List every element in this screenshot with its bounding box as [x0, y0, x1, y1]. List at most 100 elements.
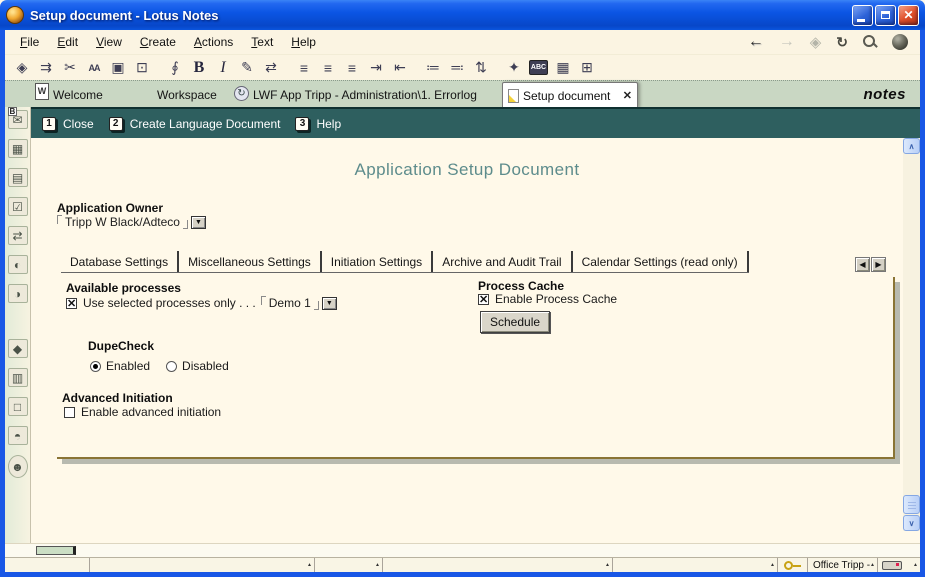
create-language-document-button[interactable]: 2 Create Language Document	[109, 117, 281, 131]
tab-scroll-right-icon[interactable]: ▶	[871, 257, 886, 272]
bullet-list-icon[interactable]: ≔	[421, 57, 445, 79]
screen-capture-icon[interactable]: ▦	[551, 57, 575, 79]
refresh-icon[interactable]: ↻	[836, 34, 848, 51]
menu-create[interactable]: Create	[131, 32, 185, 52]
scroll-up-icon[interactable]: ∧	[903, 138, 920, 154]
process-dropdown-icon[interactable]	[322, 297, 337, 310]
menu-edit[interactable]: Edit	[48, 32, 87, 52]
flashlight-icon[interactable]: ✦	[502, 57, 526, 79]
tab-archive-audit-trail[interactable]: Archive and Audit Trail	[433, 251, 572, 272]
paste-special-icon[interactable]: ⊡	[130, 57, 154, 79]
text-cycle-icon[interactable]: ⇄	[259, 57, 283, 79]
people-group-icon[interactable]: ☻	[8, 455, 28, 478]
enabled-radio[interactable]	[90, 361, 101, 372]
tab-calendar-settings[interactable]: Calendar Settings (read only)	[573, 251, 749, 272]
close-action-button[interactable]: 1 Close	[42, 117, 94, 131]
menu-text[interactable]: Text	[242, 32, 282, 52]
use-selected-processes-checkbox[interactable]	[66, 298, 77, 309]
search-icon[interactable]	[863, 35, 877, 49]
highlighter-icon[interactable]: ✎	[235, 57, 259, 79]
minimize-button[interactable]	[852, 5, 873, 26]
tab-scroll-left-icon[interactable]: ◀	[855, 257, 870, 272]
menu-view-rest: iew	[104, 35, 122, 49]
menu-help[interactable]: Help	[282, 32, 325, 52]
dupecheck-enabled-option[interactable]: Enabled	[90, 359, 150, 373]
enable-process-cache-checkbox[interactable]	[478, 294, 489, 305]
italic-icon[interactable]: I	[211, 57, 235, 79]
process-field-value[interactable]: Demo 1	[269, 296, 311, 310]
back-icon[interactable]: →	[748, 33, 764, 51]
tab-setup-document[interactable]: Setup document ✕	[502, 82, 638, 108]
menu-file[interactable]: File	[11, 32, 48, 52]
stop-icon[interactable]: ◈	[810, 33, 822, 51]
cut-icon[interactable]: ✂	[58, 57, 82, 79]
enable-advanced-initiation-label: Enable advanced initiation	[81, 405, 221, 419]
todo-icon[interactable]: ☑	[8, 197, 28, 216]
favorites-folder-icon[interactable]: ◆	[8, 339, 28, 358]
tab-miscellaneous-settings[interactable]: Miscellaneous Settings	[179, 251, 322, 272]
help-action-button[interactable]: 3 Help	[295, 117, 341, 131]
internet-folder-icon[interactable]: ◓	[8, 426, 28, 445]
insert-table-icon[interactable]: ⊞	[575, 57, 599, 79]
network-indicator-icon	[882, 561, 902, 570]
vertical-scrollbar[interactable]: ∧ ∨	[903, 138, 920, 531]
browser-icon[interactable]: ◐	[8, 255, 28, 274]
paste-icon[interactable]: ▣	[106, 57, 130, 79]
scrollbar-thumb[interactable]	[903, 495, 920, 514]
status-cell-messages[interactable]	[90, 558, 315, 572]
enable-advanced-initiation-checkbox[interactable]	[64, 407, 75, 418]
status-cell-font[interactable]	[315, 558, 383, 572]
status-cell-location[interactable]: Office Tripp -	[808, 558, 878, 572]
horizontal-scroll-strip[interactable]	[5, 543, 920, 557]
align-left-icon[interactable]: ≡	[292, 57, 316, 79]
scroll-down-icon[interactable]: ∨	[903, 515, 920, 531]
status-cell-network[interactable]	[878, 558, 920, 572]
numbered-list-icon[interactable]: ≕	[445, 57, 469, 79]
spell-check-icon[interactable]: ABC	[529, 60, 548, 75]
menu-actions[interactable]: Actions	[185, 32, 242, 52]
calendar-icon[interactable]: ▦	[8, 139, 28, 158]
outdent-icon[interactable]: ⇤	[388, 57, 412, 79]
menu-actions-accel: A	[194, 35, 202, 49]
horizontal-scrollbar-thumb[interactable]	[36, 546, 76, 555]
maximize-button[interactable]	[875, 5, 896, 26]
hotkey-2-icon: 2	[109, 117, 123, 131]
browser-alt-icon[interactable]: ◑	[8, 284, 28, 303]
forward-icon[interactable]: →	[779, 33, 795, 51]
sort-icon[interactable]: ⇅	[469, 57, 493, 79]
attach-paperclip-icon[interactable]: ∮	[163, 57, 187, 79]
title-bar: Setup document - Lotus Notes ✕	[0, 0, 925, 30]
align-right-icon[interactable]: ≡	[340, 57, 364, 79]
status-cell-blank	[5, 558, 90, 572]
indent-icon[interactable]: ⇥	[364, 57, 388, 79]
disabled-radio[interactable]	[166, 361, 177, 372]
bold-icon[interactable]: B	[187, 57, 211, 79]
application-owner-value[interactable]: Tripp W Black/Adteco	[65, 215, 180, 229]
tab-close-icon[interactable]: ✕	[623, 89, 632, 102]
owner-dropdown-icon[interactable]	[191, 216, 206, 229]
folder-icon[interactable]: □	[8, 397, 28, 416]
menu-view-accel: V	[96, 35, 104, 49]
copy-icon[interactable]: AA	[82, 57, 106, 79]
tab-welcome[interactable]: Welcome	[53, 88, 103, 102]
schedule-button[interactable]: Schedule	[480, 311, 550, 333]
open-url-globe-icon[interactable]	[892, 34, 908, 50]
open-diamond-icon[interactable]: ◈	[10, 57, 34, 79]
tab-database-settings[interactable]: Database Settings	[61, 251, 179, 272]
status-cell-style[interactable]	[383, 558, 613, 572]
menu-help-rest: elp	[300, 35, 316, 49]
application-owner-field[interactable]: Tripp W Black/Adteco	[57, 215, 206, 229]
replicator-icon[interactable]: ⇄	[8, 226, 28, 245]
contacts-icon[interactable]: ▤	[8, 168, 28, 187]
tab-workspace[interactable]: Workspace	[157, 88, 217, 102]
close-button[interactable]: ✕	[898, 5, 919, 26]
mail-icon[interactable]: ✉B	[8, 110, 28, 129]
menu-view[interactable]: View	[87, 32, 131, 52]
tab-initiation-settings[interactable]: Initiation Settings	[322, 251, 433, 272]
forward-stack-icon[interactable]: ⇉	[34, 57, 58, 79]
dupecheck-disabled-option[interactable]: Disabled	[166, 359, 229, 373]
status-cell-security[interactable]	[778, 558, 808, 572]
tab-errorlog[interactable]: LWF App Tripp - Administration\1. Errorl…	[253, 88, 477, 102]
databases-folder-icon[interactable]: ▥	[8, 368, 28, 387]
align-center-icon[interactable]: ≡	[316, 57, 340, 79]
